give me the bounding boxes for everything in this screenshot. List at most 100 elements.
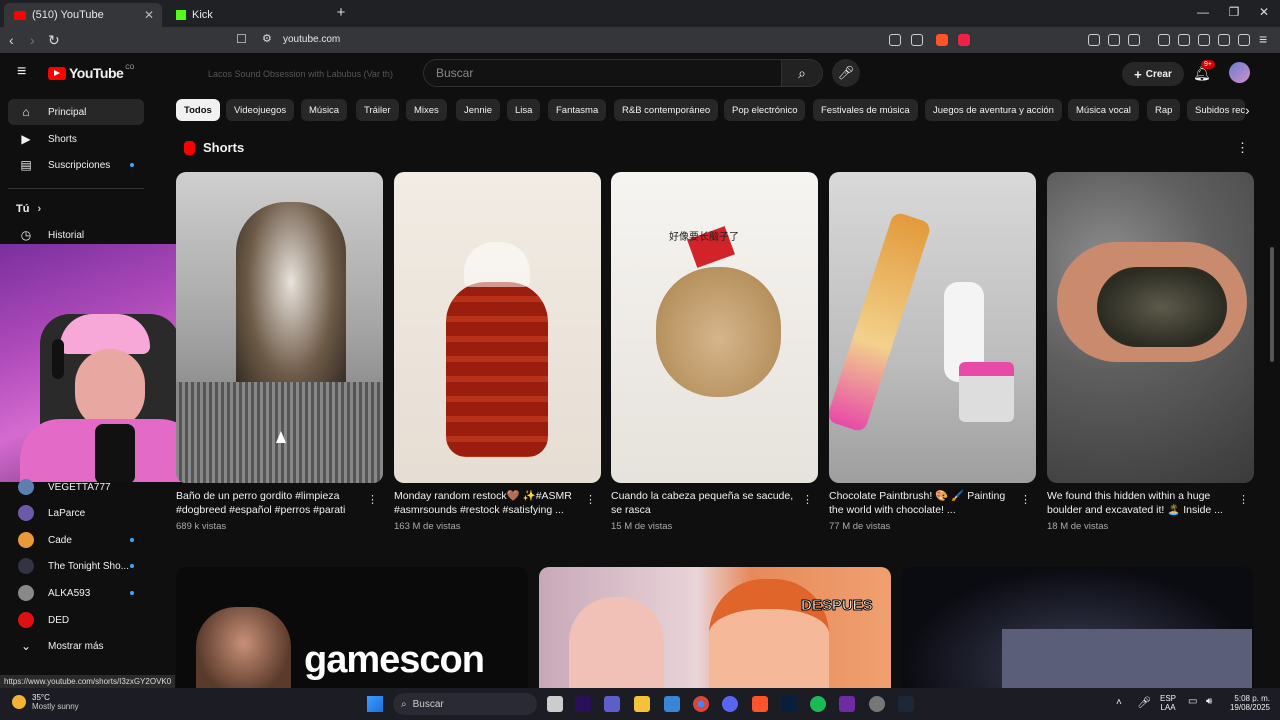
more-options-icon[interactable]: ⋮ xyxy=(1020,493,1031,506)
sidebar-sub-tonight[interactable]: The Tonight Sho... xyxy=(8,553,144,579)
chip-rap[interactable]: Rap xyxy=(1147,99,1181,121)
discord-icon[interactable] xyxy=(722,696,738,712)
store-icon[interactable] xyxy=(664,696,680,712)
more-options-icon[interactable]: ⋮ xyxy=(585,493,596,506)
chip-fantasma[interactable]: Fantasma xyxy=(548,99,607,121)
cast-icon[interactable] xyxy=(889,34,901,46)
window-close-button[interactable]: ✕ xyxy=(1254,5,1274,19)
sidebar-show-more[interactable]: ⌄ Mostrar más xyxy=(8,633,144,659)
mic-tray-icon[interactable]: 🎤︎ xyxy=(1137,696,1151,709)
chevron-right-icon[interactable]: › xyxy=(1245,102,1250,118)
steam-icon[interactable] xyxy=(898,696,914,712)
new-tab-button[interactable]: + xyxy=(331,4,351,21)
forward-icon[interactable]: › xyxy=(30,32,35,48)
chip-mixes[interactable]: Mixes xyxy=(406,99,447,121)
chip-subidos[interactable]: Subidos rec xyxy=(1187,99,1245,121)
reload-icon[interactable]: ↻ xyxy=(48,32,60,49)
chrome-icon[interactable] xyxy=(693,696,709,712)
clock[interactable]: 5:08 p. m. 19/08/2025 xyxy=(1224,694,1270,712)
video-thumbnail[interactable]: gamescon xyxy=(176,567,528,692)
download-icon[interactable] xyxy=(1218,34,1230,46)
panel-icon[interactable] xyxy=(1178,34,1190,46)
nzxt-icon[interactable] xyxy=(839,696,855,712)
puzzle-icon[interactable] xyxy=(1108,34,1120,46)
more-options-icon[interactable]: ⋮ xyxy=(1238,493,1249,506)
sidebar-item-you[interactable]: Tú › xyxy=(8,196,144,222)
wallet-icon[interactable] xyxy=(1198,34,1210,46)
sidebar-item-subscriptions[interactable]: ▤ Suscripciones xyxy=(8,152,144,178)
share-icon[interactable] xyxy=(911,34,923,46)
short-thumbnail[interactable] xyxy=(829,172,1036,483)
hamburger-menu-icon[interactable]: ≡ xyxy=(17,63,26,81)
weather-widget[interactable]: 35°C Mostly sunny xyxy=(12,693,79,711)
file-explorer-icon[interactable] xyxy=(634,696,650,712)
short-title[interactable]: Cuando la cabeza pequeña se sacude, se r… xyxy=(611,489,796,517)
brave-rewards-icon[interactable] xyxy=(958,34,970,46)
premiere-icon[interactable] xyxy=(575,696,591,712)
more-options-icon[interactable]: ⋮ xyxy=(1236,140,1249,156)
app-icon[interactable] xyxy=(869,696,885,712)
sidebar-sub-vegetta[interactable]: VEGETTA777 xyxy=(8,474,144,500)
music-icon[interactable] xyxy=(1158,34,1170,46)
short-title[interactable]: We found this hidden within a huge bould… xyxy=(1047,489,1232,517)
create-button[interactable]: + Crear xyxy=(1122,62,1184,86)
chip-juegos-aventura[interactable]: Juegos de aventura y acción xyxy=(925,99,1062,121)
search-button[interactable]: ⌕ xyxy=(781,59,823,87)
back-icon[interactable]: ‹ xyxy=(9,32,14,48)
sidebar-sub-ded[interactable]: DED xyxy=(8,607,144,633)
sidebar-sub-laparce[interactable]: LaParce xyxy=(8,500,144,526)
vpn-icon[interactable] xyxy=(1238,34,1250,46)
teams-icon[interactable] xyxy=(604,696,620,712)
close-icon[interactable]: ✕ xyxy=(144,8,154,22)
volume-icon[interactable]: 🔊︎ xyxy=(1206,696,1212,707)
language-indicator[interactable]: ESP LAA xyxy=(1160,694,1176,712)
network-icon[interactable]: ▭ xyxy=(1188,696,1197,707)
chip-festivales[interactable]: Festivales de música xyxy=(813,99,918,121)
tab-youtube[interactable]: (510) YouTube ✕ xyxy=(4,3,162,27)
chip-musica[interactable]: Música xyxy=(301,99,348,121)
site-info-icon[interactable]: ⚙ xyxy=(262,32,272,45)
avatar[interactable] xyxy=(1229,62,1250,83)
sidebar-sub-alka[interactable]: ALKA593 xyxy=(8,580,144,606)
short-thumbnail[interactable]: 好像要长脑子了 xyxy=(611,172,818,483)
more-options-icon[interactable]: ⋮ xyxy=(367,493,378,506)
chip-pop-electronico[interactable]: Pop electrónico xyxy=(724,99,806,121)
chip-trailer[interactable]: Tráiler xyxy=(356,99,399,121)
photoshop-icon[interactable] xyxy=(781,696,797,712)
brave-icon[interactable] xyxy=(752,696,768,712)
chip-jennie[interactable]: Jennie xyxy=(456,99,500,121)
extension-icon[interactable] xyxy=(1088,34,1100,46)
minimize-button[interactable]: — xyxy=(1193,5,1213,19)
chip-musica-vocal[interactable]: Música vocal xyxy=(1068,99,1139,121)
task-view-icon[interactable] xyxy=(547,696,563,712)
bookmark-icon[interactable]: ☐ xyxy=(236,32,247,46)
short-title[interactable]: Baño de un perro gordito #limpieza #dogb… xyxy=(176,489,361,517)
chip-todos[interactable]: Todos xyxy=(176,99,220,121)
taskbar-search[interactable]: ⌕ Buscar xyxy=(393,693,537,715)
short-thumbnail[interactable] xyxy=(1047,172,1254,483)
short-title[interactable]: Chocolate Paintbrush! 🎨 🖌️ Painting the … xyxy=(829,489,1014,517)
spotify-icon[interactable] xyxy=(810,696,826,712)
chip-videojuegos[interactable]: Videojuegos xyxy=(226,99,295,121)
short-thumbnail[interactable] xyxy=(394,172,601,483)
chevron-up-icon[interactable]: ˄ xyxy=(1116,697,1122,708)
sidebar-toggle-icon[interactable] xyxy=(1128,34,1140,46)
chip-rnb[interactable]: R&B contemporáneo xyxy=(614,99,719,121)
sidebar-sub-cade[interactable]: Cade xyxy=(8,527,144,553)
youtube-logo[interactable]: YouTube CO xyxy=(48,65,134,81)
sidebar-item-shorts[interactable]: ▶︎ Shorts xyxy=(8,126,144,152)
sidebar-item-principal[interactable]: ⌂ Principal xyxy=(8,99,144,125)
video-thumbnail[interactable]: DESPUES xyxy=(539,567,891,692)
short-title[interactable]: Monday random restock🤎 ✨#ASMR #asmrsound… xyxy=(394,489,579,517)
voice-search-button[interactable]: 🎤︎ xyxy=(832,59,860,87)
notifications-button[interactable]: 🔔︎ 9+ xyxy=(1193,60,1215,82)
search-input[interactable]: Buscar xyxy=(423,59,783,87)
start-button[interactable] xyxy=(367,696,383,712)
chip-lisa[interactable]: Lisa xyxy=(507,99,541,121)
brave-shield-icon[interactable] xyxy=(936,34,948,46)
tab-kick[interactable]: Kick xyxy=(166,3,324,27)
video-thumbnail[interactable] xyxy=(902,567,1254,692)
menu-icon[interactable]: ≡ xyxy=(1259,31,1267,47)
scrollbar[interactable] xyxy=(1270,247,1274,362)
more-options-icon[interactable]: ⋮ xyxy=(802,493,813,506)
